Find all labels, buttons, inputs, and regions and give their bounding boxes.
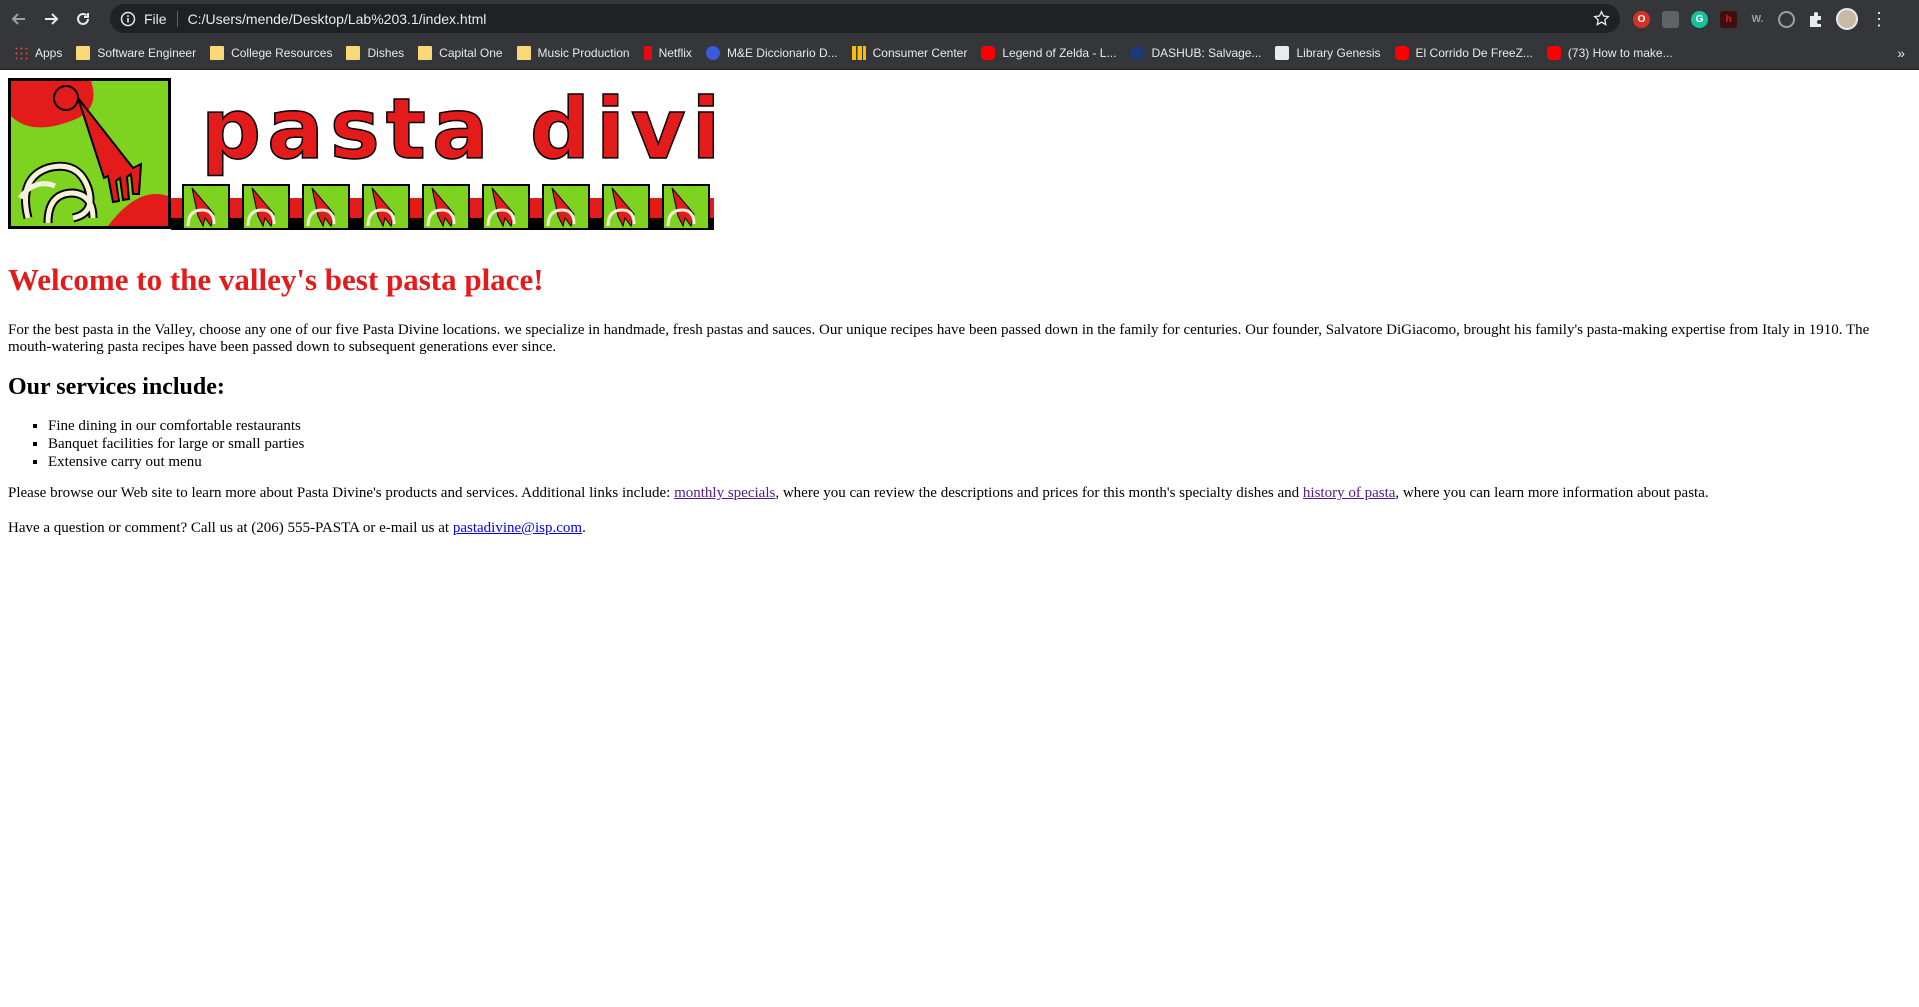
bookmark-item[interactable]: Capital One bbox=[418, 46, 503, 60]
bookmark-label: Apps bbox=[35, 46, 63, 60]
bookmark-label: (73) How to make... bbox=[1567, 46, 1673, 60]
scheme-label: File bbox=[144, 10, 167, 27]
logo-wordmark: pasta divine bbox=[201, 80, 714, 178]
extension-h-icon[interactable]: h bbox=[1720, 10, 1737, 28]
browse-text: , where you can review the descriptions … bbox=[775, 485, 1303, 501]
browse-paragraph: Please browse our Web site to learn more… bbox=[8, 485, 1911, 502]
browse-text: Please browse our Web site to learn more… bbox=[8, 485, 675, 501]
bookmark-item[interactable]: DASHUB: Salvage... bbox=[1130, 46, 1261, 60]
library-icon bbox=[1275, 46, 1290, 60]
bookmark-label: M&E Diccionario D... bbox=[726, 46, 838, 60]
folder-icon bbox=[76, 46, 91, 60]
circle-icon bbox=[1130, 46, 1145, 60]
logo-tile bbox=[662, 184, 710, 230]
bookmarks-bar: Apps Software Engineer College Resources Di… bbox=[0, 37, 1919, 70]
bars-icon bbox=[851, 46, 866, 60]
services-heading: Our services include: bbox=[8, 374, 225, 400]
apps-grid-icon bbox=[14, 46, 28, 60]
page-content: pasta divine Welcome to the valley's bes… bbox=[8, 78, 1911, 555]
info-icon[interactable] bbox=[120, 11, 136, 27]
browse-text: , where you can learn more information a… bbox=[1395, 485, 1709, 501]
monthly-specials-link[interactable]: monthly specials bbox=[674, 485, 775, 501]
arrow-left-icon bbox=[11, 12, 25, 25]
logo-tile bbox=[422, 184, 470, 230]
bookmark-item[interactable]: Netflix bbox=[643, 46, 692, 60]
folder-icon bbox=[516, 46, 531, 60]
bookmark-item[interactable]: Software Engineer bbox=[76, 46, 196, 60]
contact-text: Have a question or comment? Call us at (… bbox=[8, 520, 453, 536]
check-circle-icon[interactable] bbox=[1778, 10, 1795, 28]
bookmark-label: College Resources bbox=[231, 46, 333, 60]
browser-toolbar: File C:/Users/mende/Desktop/Lab%203.1/in… bbox=[0, 0, 1919, 37]
logo-tile bbox=[242, 184, 290, 230]
puzzle-extensions-icon[interactable] bbox=[1807, 11, 1824, 28]
bookmarks-overflow-button[interactable]: » bbox=[1897, 45, 1905, 61]
menu-dots-icon[interactable]: ⋮ bbox=[1870, 10, 1888, 28]
bookmark-label: Music Production bbox=[537, 46, 630, 60]
youtube-icon bbox=[1546, 46, 1561, 60]
bookmark-item[interactable]: Consumer Center bbox=[851, 46, 968, 60]
services-list: Fine dining in our comfortable restauran… bbox=[8, 417, 1911, 471]
bookmark-label: DASHUB: Salvage... bbox=[1151, 46, 1262, 60]
address-bar[interactable]: File C:/Users/mende/Desktop/Lab%203.1/in… bbox=[110, 4, 1620, 33]
history-of-pasta-link[interactable]: history of pasta bbox=[1303, 485, 1395, 501]
intro-paragraph: For the best pasta in the Valley, choose… bbox=[8, 322, 1870, 355]
logo-tile bbox=[542, 184, 590, 230]
logo-tile bbox=[602, 184, 650, 230]
youtube-icon bbox=[981, 46, 996, 60]
grammarly-icon[interactable]: G bbox=[1691, 10, 1708, 28]
page-heading: Welcome to the valley's best pasta place… bbox=[8, 262, 544, 297]
bookmark-item[interactable]: (73) How to make... bbox=[1546, 46, 1673, 60]
bookmark-label: Consumer Center bbox=[872, 46, 968, 60]
profile-avatar[interactable] bbox=[1836, 8, 1858, 30]
logo-tile bbox=[482, 184, 530, 230]
bookmark-item[interactable]: Library Genesis bbox=[1275, 46, 1381, 60]
bookmark-label: Netflix bbox=[658, 46, 692, 60]
bookmark-label: Legend of Zelda - L... bbox=[1002, 46, 1117, 60]
folder-icon bbox=[346, 46, 361, 60]
list-item: Extensive carry out menu bbox=[48, 453, 1911, 471]
bookmark-item[interactable]: Dishes bbox=[346, 46, 404, 60]
netflix-icon bbox=[643, 46, 652, 60]
omnibox-divider bbox=[176, 10, 178, 27]
folder-icon bbox=[210, 46, 225, 60]
list-item: Fine dining in our comfortable restauran… bbox=[48, 417, 1911, 435]
contact-paragraph: Have a question or comment? Call us at (… bbox=[8, 520, 1911, 537]
bookmark-item[interactable]: Music Production bbox=[516, 46, 630, 60]
extension-w-icon[interactable]: W. bbox=[1749, 11, 1766, 28]
list-item: Banquet facilities for large or small pa… bbox=[48, 435, 1911, 453]
bookmark-label: Capital One bbox=[439, 46, 503, 60]
reload-button[interactable] bbox=[70, 6, 96, 32]
bookmark-label: Dishes bbox=[367, 46, 405, 60]
bookmark-item[interactable]: M&E Diccionario D... bbox=[705, 46, 838, 60]
arrow-right-icon bbox=[45, 12, 59, 25]
pasta-divine-logo: pasta divine bbox=[8, 78, 850, 230]
reload-icon bbox=[77, 12, 89, 25]
bookmark-item[interactable]: El Corrido De FreeZ... bbox=[1394, 46, 1533, 60]
bookmark-item[interactable]: College Resources bbox=[210, 46, 332, 60]
folder-icon bbox=[418, 46, 433, 60]
opera-extension-icon[interactable]: O bbox=[1633, 10, 1650, 28]
youtube-icon bbox=[1394, 46, 1409, 60]
bookmark-label: El Corrido De FreeZ... bbox=[1415, 46, 1533, 60]
extensions-area: O G h W. ⋮ bbox=[1633, 8, 1888, 30]
bookmark-label: Software Engineer bbox=[97, 46, 197, 60]
bookmark-item[interactable]: Legend of Zelda - L... bbox=[981, 46, 1116, 60]
bookmark-label: Library Genesis bbox=[1296, 46, 1381, 60]
logo-tile bbox=[182, 184, 230, 230]
forward-button[interactable] bbox=[38, 6, 64, 32]
contact-text: . bbox=[582, 520, 586, 536]
logo-graphic: pasta divine bbox=[8, 78, 850, 230]
back-button[interactable] bbox=[6, 6, 32, 32]
url-text[interactable]: C:/Users/mende/Desktop/Lab%203.1/index.h… bbox=[188, 11, 487, 27]
globe-icon bbox=[705, 46, 720, 60]
email-link[interactable]: pastadivine@isp.com bbox=[453, 520, 582, 536]
logo-tile bbox=[362, 184, 410, 230]
bookmark-star-icon[interactable] bbox=[1593, 10, 1610, 27]
bookmark-item[interactable]: Apps bbox=[14, 46, 62, 60]
extension-icon[interactable] bbox=[1662, 10, 1679, 28]
logo-tile bbox=[302, 184, 350, 230]
